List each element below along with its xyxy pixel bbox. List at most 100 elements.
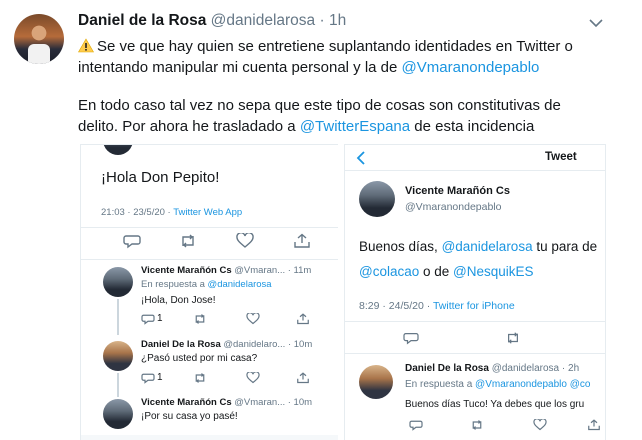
embedded-tweet-text: Buenos días, @danidelarosa tu para de (359, 239, 597, 254)
tweet-text: Se ve que hay quien se entretiene suplan… (97, 38, 573, 55)
avatar[interactable] (359, 365, 393, 399)
mention-link[interactable]: @TwitterEspana (300, 118, 410, 135)
thread-line (117, 299, 119, 335)
meta-time: 8:29 · 24/5/20 · (359, 300, 433, 312)
attached-image-left[interactable]: ¡Hola Don Pepito! 21:03 · 23/5/20 · Twit… (80, 144, 338, 440)
retweet-icon[interactable] (505, 331, 521, 345)
tweet-text: intentando manipular mi cuenta personal … (78, 59, 402, 76)
reply-author-handle: @Vmaran... (234, 265, 286, 276)
reply-author-name[interactable]: Vicente Marañón Cs (141, 265, 232, 276)
divider (345, 353, 605, 354)
reply-icon[interactable] (403, 331, 419, 345)
tweet-text: o de (419, 264, 454, 279)
reply-author-name[interactable]: Daniel De la Rosa (405, 363, 489, 374)
retweet-icon[interactable] (179, 233, 197, 249)
reply-author-handle: @danidelaro... (223, 339, 286, 350)
reply-text: ¡Hola, Don Jose! (141, 295, 216, 306)
share-icon[interactable] (587, 419, 601, 431)
reply-header: Daniel De la Rosa @danidelaro... · 10m (141, 339, 312, 350)
like-icon[interactable] (236, 233, 254, 249)
reply-icon[interactable] (409, 419, 423, 431)
divider (345, 170, 605, 171)
reply-icon[interactable] (141, 313, 155, 325)
author-handle[interactable]: @danidelarosa (211, 12, 316, 29)
reply-author-handle: @danidelarosa · 2h (491, 363, 580, 374)
embedded-tweet-text: @colacao o de @NesquikES (359, 264, 534, 279)
tweet-header: Daniel de la Rosa @danidelarosa · 1h (78, 12, 346, 30)
tweet: Daniel de la Rosa @danidelarosa · 1h Se … (0, 0, 642, 440)
reply-author-handle: @Vmaran... (234, 397, 286, 408)
reply-count: 1 (157, 313, 163, 324)
reply-to-label: En respuesta a (405, 379, 476, 390)
embedded-tweet-meta: 8:29 · 24/5/20 · Twitter for iPhone (359, 300, 515, 312)
mention-link[interactable]: @Vmaranondepablo @co (475, 379, 590, 390)
divider (345, 321, 605, 322)
retweet-icon[interactable] (193, 313, 207, 325)
divider (81, 227, 338, 228)
embedded-tweet-text: ¡Hola Don Pepito! (101, 169, 220, 186)
avatar[interactable] (103, 341, 133, 371)
retweet-icon[interactable] (193, 372, 207, 384)
embedded-tweet-meta: 21:03 · 23/5/20 · Twitter Web App (101, 207, 242, 218)
like-icon[interactable] (246, 313, 260, 325)
mention-link[interactable]: @colacao (359, 264, 419, 279)
warning-icon (78, 38, 94, 53)
like-icon[interactable] (246, 372, 260, 384)
divider (81, 259, 338, 260)
reply-header: Vicente Marañón Cs @Vmaran... · 11m (141, 265, 311, 276)
reply-text: Buenos días Tuco! Ya debes que los gru (405, 399, 585, 410)
tweet-text: Buenos días, (359, 239, 442, 254)
share-icon[interactable] (293, 233, 311, 249)
author-handle[interactable]: @Vmaranondepablo (405, 201, 501, 213)
meta-app[interactable]: Twitter Web App (173, 207, 242, 218)
reply-to-label: En respuesta a (141, 279, 208, 290)
reply-text: ¿Pasó usted por mi casa? (141, 353, 258, 364)
reply-header: Vicente Marañón Cs @Vmaran... · 10m (141, 397, 312, 408)
mention-link[interactable]: @NesquikES (453, 264, 534, 279)
reply-to-line: En respuesta a @Vmaranondepablo @co (405, 379, 590, 390)
share-icon[interactable] (296, 313, 310, 325)
separator: · (319, 12, 325, 29)
reply-time: · 11m (287, 265, 312, 276)
reply-count: 1 (157, 372, 163, 383)
reply-to-line: En respuesta a @danidelarosa (141, 279, 272, 290)
chevron-down-icon[interactable] (588, 16, 604, 30)
meta-app[interactable]: Twitter for iPhone (433, 300, 515, 312)
mention-link[interactable]: @danidelarosa (208, 279, 272, 290)
avatar[interactable] (103, 267, 133, 297)
reply-time: · 10m (287, 339, 313, 350)
reply-header: Daniel De la Rosa @danidelarosa · 2h (405, 363, 579, 374)
avatar (103, 145, 133, 155)
avatar[interactable] (359, 181, 395, 217)
tweet-text: tu para de (532, 239, 598, 254)
back-arrow-icon[interactable] (355, 151, 367, 165)
retweet-icon[interactable] (470, 419, 484, 431)
mention-link[interactable]: @Vmaranondepablo (402, 59, 540, 76)
avatar[interactable] (14, 14, 64, 64)
tweet-text-line-1: Se ve que hay quien se entretiene suplan… (78, 36, 618, 57)
meta-time: 21:03 · 23/5/20 · (101, 207, 174, 218)
tweet-text-line-3: En todo caso tal vez no sepa que este ti… (78, 95, 618, 116)
tweet-text: delito. Por ahora he trasladado a (78, 118, 300, 135)
reply-author-name[interactable]: Daniel De la Rosa (141, 339, 221, 350)
reply-author-name[interactable]: Vicente Marañón Cs (141, 397, 232, 408)
share-icon[interactable] (296, 372, 310, 384)
avatar[interactable] (103, 399, 133, 429)
bottom-bar (81, 435, 338, 440)
tweet-text-line-4: delito. Por ahora he trasladado a @Twitt… (78, 116, 618, 137)
tweet-text: En todo caso tal vez no sepa que este ti… (78, 97, 561, 114)
tweet-text-line-2: intentando manipular mi cuenta personal … (78, 57, 618, 78)
reply-text: ¡Por su casa yo pasé! (141, 411, 238, 422)
author-name[interactable]: Vicente Marañón Cs (405, 185, 510, 197)
reply-icon[interactable] (123, 233, 141, 249)
attached-image-right[interactable]: Tweet Vicente Marañón Cs @Vmaranondepabl… (344, 144, 606, 440)
mention-link[interactable]: @danidelarosa (442, 239, 533, 254)
reply-icon[interactable] (141, 372, 155, 384)
author-name[interactable]: Daniel de la Rosa (78, 12, 206, 29)
thread-line (117, 373, 119, 397)
reply-time: · 10m (287, 397, 313, 408)
like-icon[interactable] (533, 419, 547, 431)
tweet-time[interactable]: 1h (329, 12, 346, 29)
tweet-text: de esta incidencia (410, 118, 535, 135)
screen-title: Tweet (545, 151, 577, 163)
